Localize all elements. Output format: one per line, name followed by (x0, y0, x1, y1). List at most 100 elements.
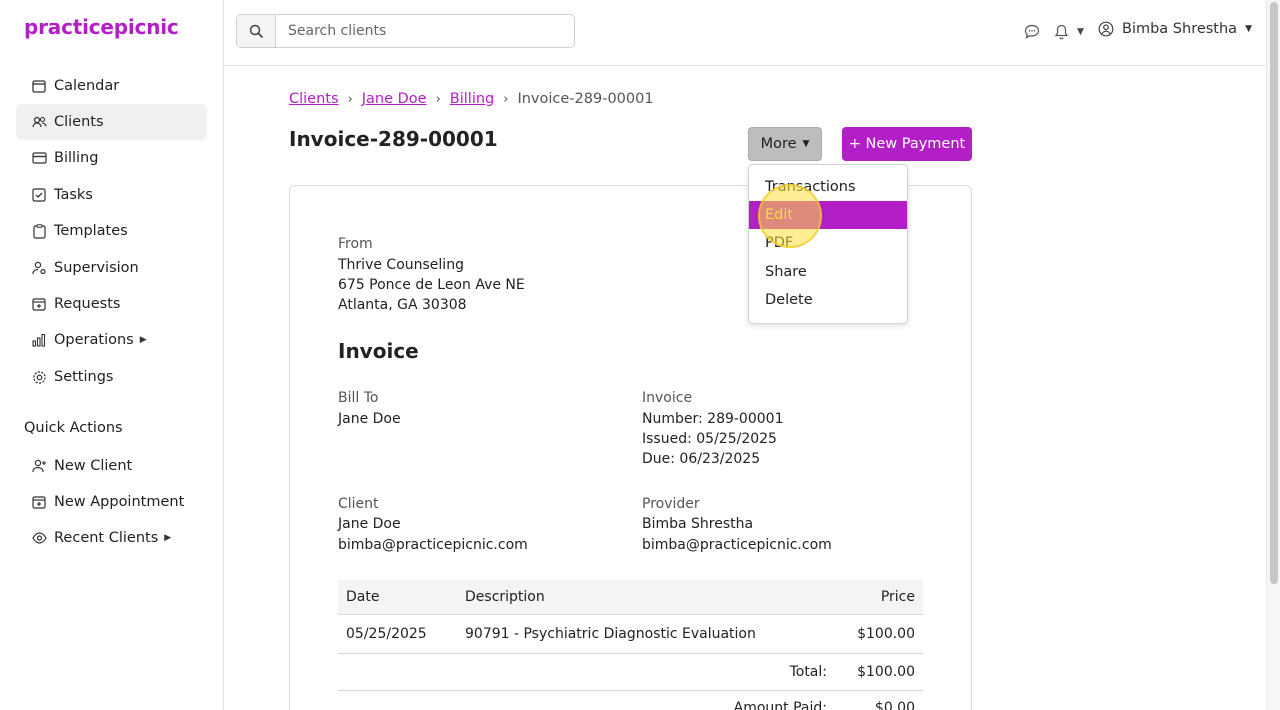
sidebar-item-label: Supervision (54, 260, 139, 276)
invoice-issued: Issued: 05/25/2025 (642, 431, 777, 447)
calendar-plus-icon (31, 494, 47, 510)
from-city: Atlanta, GA 30308 (338, 297, 467, 313)
user-menu[interactable]: Bimba Shrestha ▼ (1098, 21, 1252, 37)
calendar-icon (31, 78, 47, 94)
sidebar-item-requests[interactable]: Requests (16, 286, 207, 322)
quick-action-recent-clients[interactable]: Recent Clients ▶ (16, 520, 207, 556)
table-row-divider (338, 653, 923, 654)
top-bar: ▼ Bimba Shrestha ▼ (224, 0, 1266, 66)
table-header-date: Date (346, 589, 380, 605)
quick-action-new-client[interactable]: New Client (16, 448, 207, 484)
amount-paid-value: $0.00 (874, 700, 915, 710)
provider-email: bimba@practicepicnic.com (642, 537, 832, 553)
breadcrumb-current: Invoice-289-00001 (517, 91, 654, 107)
from-company: Thrive Counseling (338, 257, 464, 273)
menu-item-pdf[interactable]: PDF (749, 229, 907, 257)
search-box (236, 14, 575, 48)
table-cell-date: 05/25/2025 (346, 626, 427, 642)
table-header-description: Description (465, 589, 545, 605)
breadcrumb-link-client[interactable]: Jane Doe (362, 91, 427, 107)
bill-to-name: Jane Doe (338, 411, 401, 427)
quick-action-label: New Appointment (54, 494, 185, 510)
sidebar-item-clients[interactable]: Clients (16, 104, 207, 140)
breadcrumb-separator-icon: › (347, 91, 353, 107)
chat-icon[interactable] (1024, 24, 1040, 39)
quick-action-new-appointment[interactable]: New Appointment (16, 484, 207, 520)
search-icon (249, 24, 263, 38)
gear-icon (31, 369, 47, 385)
sidebar-item-label: Billing (54, 150, 99, 166)
client-name: Jane Doe (338, 516, 401, 532)
chevron-down-icon: ▼ (1077, 27, 1084, 37)
breadcrumb-link-billing[interactable]: Billing (450, 91, 494, 107)
users-icon (31, 114, 47, 130)
brand-logo[interactable]: practicepicnic (24, 15, 179, 39)
sidebar-item-billing[interactable]: Billing (16, 140, 207, 176)
scrollbar-thumb[interactable] (1270, 2, 1278, 584)
search-input[interactable] (276, 15, 574, 47)
notifications-button[interactable]: ▼ (1054, 24, 1084, 40)
sidebar-item-tasks[interactable]: Tasks (16, 177, 207, 213)
sidebar-item-label: Calendar (54, 78, 120, 94)
eye-icon (31, 530, 47, 546)
caret-right-icon: ▶ (139, 335, 147, 345)
quick-actions-title: Quick Actions (24, 420, 123, 436)
search-button[interactable] (237, 15, 276, 47)
sidebar-item-label: Templates (54, 223, 128, 239)
breadcrumb-separator-icon: › (435, 91, 441, 107)
chevron-down-icon: ▼ (802, 139, 810, 149)
sidebar-item-supervision[interactable]: Supervision (16, 250, 207, 286)
menu-item-transactions[interactable]: Transactions (749, 173, 907, 201)
invoice-number: Number: 289-00001 (642, 411, 784, 427)
from-label: From (338, 236, 373, 252)
menu-item-share[interactable]: Share (749, 258, 907, 286)
total-label: Total: (789, 664, 827, 680)
table-row-divider (338, 690, 923, 691)
user-avatar-icon (1098, 21, 1114, 37)
sidebar-item-templates[interactable]: Templates (16, 213, 207, 249)
sidebar-item-calendar[interactable]: Calendar (16, 68, 207, 104)
menu-item-delete[interactable]: Delete (749, 286, 907, 314)
table-header (338, 580, 923, 615)
sidebar-item-label: Settings (54, 369, 114, 385)
user-name: Bimba Shrestha (1122, 21, 1238, 37)
sidebar-item-label: Requests (54, 296, 121, 312)
clipboard-icon (31, 223, 47, 239)
table-header-price: Price (880, 589, 915, 605)
bar-chart-icon (31, 332, 47, 348)
person-gear-icon (31, 260, 47, 276)
invoice-heading: Invoice (338, 339, 419, 363)
invoice-due: Due: 06/23/2025 (642, 451, 761, 467)
credit-card-icon (31, 150, 47, 166)
sidebar-item-operations[interactable]: Operations ▶ (16, 322, 207, 358)
page-scrollbar[interactable] (1266, 0, 1280, 710)
table-cell-price: $100.00 (857, 626, 915, 642)
person-plus-icon (31, 458, 47, 474)
sidebar-item-label: Clients (54, 114, 104, 130)
breadcrumb-separator-icon: › (503, 91, 509, 107)
new-payment-button[interactable]: + New Payment (842, 127, 972, 161)
more-dropdown-menu: Transactions Edit PDF Share Delete (748, 164, 908, 324)
more-button-label: More (760, 136, 797, 152)
sidebar: practicepicnic Calendar Clients Billing … (0, 0, 224, 710)
chevron-down-icon: ▼ (1245, 24, 1252, 34)
sidebar-item-label: Operations (54, 332, 134, 348)
table-cell-description: 90791 - Psychiatric Diagnostic Evaluatio… (465, 626, 756, 642)
breadcrumb-link-clients[interactable]: Clients (289, 91, 339, 107)
breadcrumb: Clients › Jane Doe › Billing › Invoice-2… (289, 91, 654, 107)
client-label: Client (338, 496, 379, 512)
total-value: $100.00 (857, 664, 915, 680)
provider-name: Bimba Shrestha (642, 516, 754, 532)
sidebar-item-settings[interactable]: Settings (16, 359, 207, 395)
menu-item-edit[interactable]: Edit (749, 201, 907, 229)
more-button[interactable]: More ▼ (748, 127, 822, 161)
checkbox-icon (31, 187, 47, 203)
quick-action-label: New Client (54, 458, 133, 474)
quick-action-label: Recent Clients (54, 530, 159, 546)
bell-icon (1054, 24, 1069, 40)
calendar-plus-icon (31, 296, 47, 312)
page-title: Invoice-289-00001 (289, 127, 498, 151)
caret-right-icon: ▶ (164, 533, 172, 543)
sidebar-item-label: Tasks (54, 187, 93, 203)
bill-to-label: Bill To (338, 390, 379, 406)
